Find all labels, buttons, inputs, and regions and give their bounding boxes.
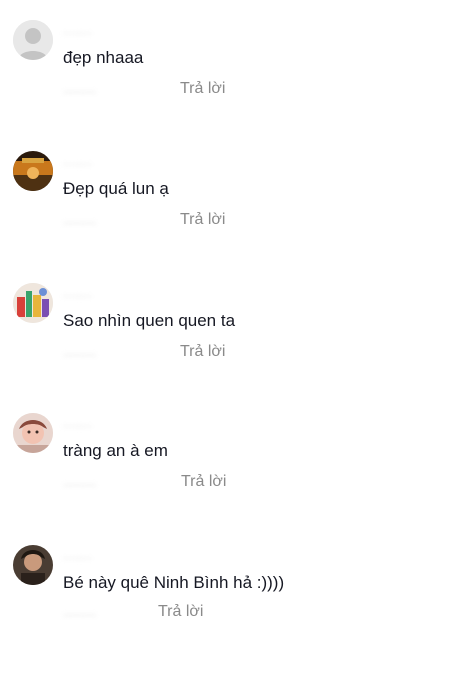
comment-time: ........: [63, 343, 97, 360]
comment-text: Bé này quê Ninh Bình hả :)))): [63, 573, 285, 592]
comment-item: ........ tràng an à em ........ Trả lời: [0, 413, 470, 544]
person-avatar-image: [13, 413, 53, 453]
username[interactable]: ........: [63, 153, 92, 168]
reply-button[interactable]: Trả lời: [181, 473, 226, 491]
username[interactable]: ........: [63, 415, 92, 430]
user-avatar[interactable]: [13, 545, 53, 585]
reply-button[interactable]: Trả lời: [158, 603, 203, 621]
reply-button[interactable]: Trả lời: [180, 80, 225, 98]
user-avatar[interactable]: [13, 151, 53, 191]
user-silhouette-icon: [13, 20, 53, 60]
person-avatar-image: [13, 545, 53, 585]
username[interactable]: ........: [63, 285, 92, 300]
comment-time: ........: [63, 603, 97, 620]
comment-text: tràng an à em: [63, 441, 168, 460]
comment-text: đẹp nhaaa: [63, 48, 144, 67]
comment-time: ........: [63, 211, 97, 228]
username[interactable]: ........: [63, 22, 92, 37]
comment-item: ........ Sao nhìn quen quen ta ........ …: [0, 283, 470, 414]
default-avatar[interactable]: [13, 20, 53, 60]
user-avatar[interactable]: [13, 283, 53, 323]
comment-text: Sao nhìn quen quen ta: [63, 311, 236, 330]
colorful-avatar-image: [13, 283, 53, 323]
comment-time: ........: [63, 80, 97, 97]
comment-text: Đẹp quá lun ạ: [63, 179, 169, 198]
user-avatar[interactable]: [13, 413, 53, 453]
comment-meta: ........ Trả lời: [63, 343, 225, 363]
comment-meta: ........ Trả lời: [63, 473, 226, 493]
comment-item: ........ Đẹp quá lun ạ ........ Trả lời: [0, 151, 470, 282]
comment-meta: ........ Trả lời: [63, 80, 225, 100]
comment-meta: ........ Trả lời: [63, 603, 203, 623]
comment-meta: ........ Trả lời: [63, 211, 225, 231]
reply-button[interactable]: Trả lời: [180, 211, 225, 229]
comment-item: ........ Bé này quê Ninh Bình hả :)))) .…: [0, 545, 470, 676]
landscape-avatar-image: [13, 151, 53, 191]
username[interactable]: ........: [63, 547, 92, 562]
comment-item: ........ đẹp nhaaa ........ Trả lời: [0, 20, 470, 151]
reply-button[interactable]: Trả lời: [180, 343, 225, 361]
comment-time: ........: [63, 473, 97, 490]
